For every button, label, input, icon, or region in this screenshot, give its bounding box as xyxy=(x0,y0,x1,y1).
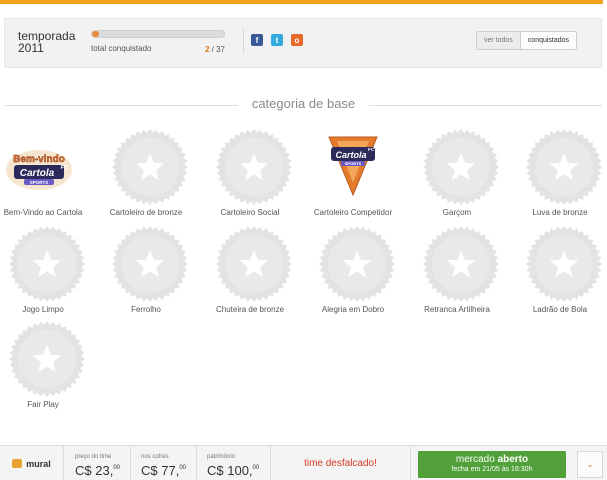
welcome-logo-fc: FC xyxy=(61,165,68,171)
team-price: preço do time C$ 23,00 xyxy=(65,446,131,480)
badge-label: Cartoleiro Social xyxy=(220,208,280,217)
assets-total: patrimônio C$ 100,00 xyxy=(197,446,271,480)
badge-label: Fair Play xyxy=(27,400,59,409)
assets-value: C$ 100, xyxy=(207,463,253,478)
competitor-logo-sports: SPORTS xyxy=(345,161,362,166)
bank-balance-caption: nos cofres xyxy=(141,454,169,460)
team-price-caption: preço do time xyxy=(75,454,112,460)
badge-label: Luva de bronze xyxy=(532,208,588,217)
progress-total: 37 xyxy=(216,45,225,54)
team-price-cents: 00 xyxy=(113,465,120,471)
medal-placeholder-icon xyxy=(216,129,292,205)
season-summary: temporada 2011 total conquistado 2 / 37 … xyxy=(4,18,602,68)
twitter-icon[interactable]: t xyxy=(271,34,283,46)
top-accent-stripe xyxy=(0,0,603,4)
achievement-badge[interactable]: Alegria em Dobro xyxy=(314,225,395,317)
filter-won-button[interactable]: conquistados xyxy=(519,32,577,49)
badge-label: Garçom xyxy=(442,208,472,217)
assets-caption: patrimônio xyxy=(207,454,236,460)
bottom-status-bar: mural preço do time C$ 23,00 nos cofres … xyxy=(0,445,607,480)
team-price-value: C$ 23, xyxy=(75,463,114,478)
achievement-badge[interactable]: Cartoleiro Social xyxy=(211,128,292,220)
filter-toggle: ver todos conquistados xyxy=(476,31,578,50)
market-prefix: mercado xyxy=(455,454,495,465)
competitor-logo-cartola: Cartola xyxy=(335,150,366,160)
bank-balance: nos cofres C$ 77,00 xyxy=(131,446,197,480)
progress-track xyxy=(91,30,225,38)
medal-placeholder-icon xyxy=(526,129,602,205)
season-title: temporada 2011 xyxy=(18,30,75,54)
market-status-button[interactable]: mercado aberto fecha em 21/05 às 16:30h xyxy=(418,451,566,478)
mural-button[interactable]: mural xyxy=(0,446,64,480)
welcome-badge-logo: Bem-vindo Cartola FC SPORTS xyxy=(6,150,72,190)
medal-placeholder-icon xyxy=(216,226,292,302)
share-divider xyxy=(243,28,244,54)
medal-placeholder-icon xyxy=(423,226,499,302)
achievement-badge[interactable]: Garçom xyxy=(418,128,499,220)
achievement-badge[interactable]: Luva de bronze xyxy=(521,128,602,220)
market-status: mercado aberto xyxy=(418,454,566,465)
progress-current: 2 xyxy=(204,45,210,54)
facebook-icon[interactable]: f xyxy=(251,34,263,46)
achievement-progress: total conquistado 2 / 37 xyxy=(91,30,225,54)
orkut-icon[interactable]: o xyxy=(291,34,303,46)
achievement-badge[interactable]: Retranca Artilheira xyxy=(418,225,499,317)
filter-all-button[interactable]: ver todos xyxy=(477,32,520,49)
badge-label: Ladrão de Bola xyxy=(532,305,588,314)
badge-label: Retranca Artilheira xyxy=(424,305,490,314)
medal-placeholder-icon xyxy=(526,226,602,302)
welcome-logo-cartola: Cartola xyxy=(20,168,55,179)
speech-bubble-icon xyxy=(12,459,23,468)
team-incomplete-alert[interactable]: time desfalcado! xyxy=(271,446,411,480)
expand-chevron-icon[interactable]: ⌄ xyxy=(577,451,603,478)
bank-balance-cents: 00 xyxy=(179,465,186,471)
achievement-badge[interactable]: Cartoleiro de bronze xyxy=(107,128,188,220)
achievement-badge[interactable]: Fair Play xyxy=(4,320,85,412)
medal-placeholder-icon xyxy=(112,226,188,302)
badge-label: Cartoleiro de bronze xyxy=(109,208,183,217)
achievement-badge[interactable]: Ferrolho xyxy=(107,225,188,317)
achievement-badge[interactable]: Chuteira de bronze xyxy=(211,225,292,317)
category-header: categoria de base xyxy=(5,96,602,114)
badge-label: Alegria em Dobro xyxy=(321,305,385,314)
welcome-logo-sports: SPORTS xyxy=(30,180,49,185)
medal-placeholder-icon xyxy=(112,129,188,205)
achievement-badge[interactable]: Ladrão de Bola xyxy=(521,225,602,317)
badge-label: Cartoleiro Competidor xyxy=(313,208,393,217)
market-closing-time: fecha em 21/05 às 16:30h xyxy=(451,466,533,473)
badge-label: Bem-Vindo ao Cartola xyxy=(3,208,83,217)
progress-count: 2 / 37 xyxy=(204,45,225,54)
achievement-badge[interactable]: Jogo Limpo xyxy=(4,225,85,317)
season-year: 2011 xyxy=(18,41,44,55)
badge-label: Chuteira de bronze xyxy=(215,305,285,314)
mural-label: mural xyxy=(26,458,51,469)
welcome-logo-text: Bem-vindo xyxy=(13,154,65,165)
progress-fill xyxy=(92,31,100,37)
badge-label: Jogo Limpo xyxy=(22,305,64,314)
market-state: aberto xyxy=(497,454,529,465)
medal-placeholder-icon xyxy=(9,321,85,397)
medal-placeholder-icon xyxy=(423,129,499,205)
medal-placeholder-icon xyxy=(9,226,85,302)
competitor-badge-logo: Cartola FC SPORTS xyxy=(328,136,378,197)
assets-cents: 00 xyxy=(252,465,260,471)
category-title: categoria de base xyxy=(251,96,356,111)
medal-placeholder-icon xyxy=(319,226,395,302)
badge-label: Ferrolho xyxy=(131,305,161,314)
competitor-logo-fc: FC xyxy=(368,147,375,152)
bank-balance-value: C$ 77, xyxy=(141,463,180,478)
